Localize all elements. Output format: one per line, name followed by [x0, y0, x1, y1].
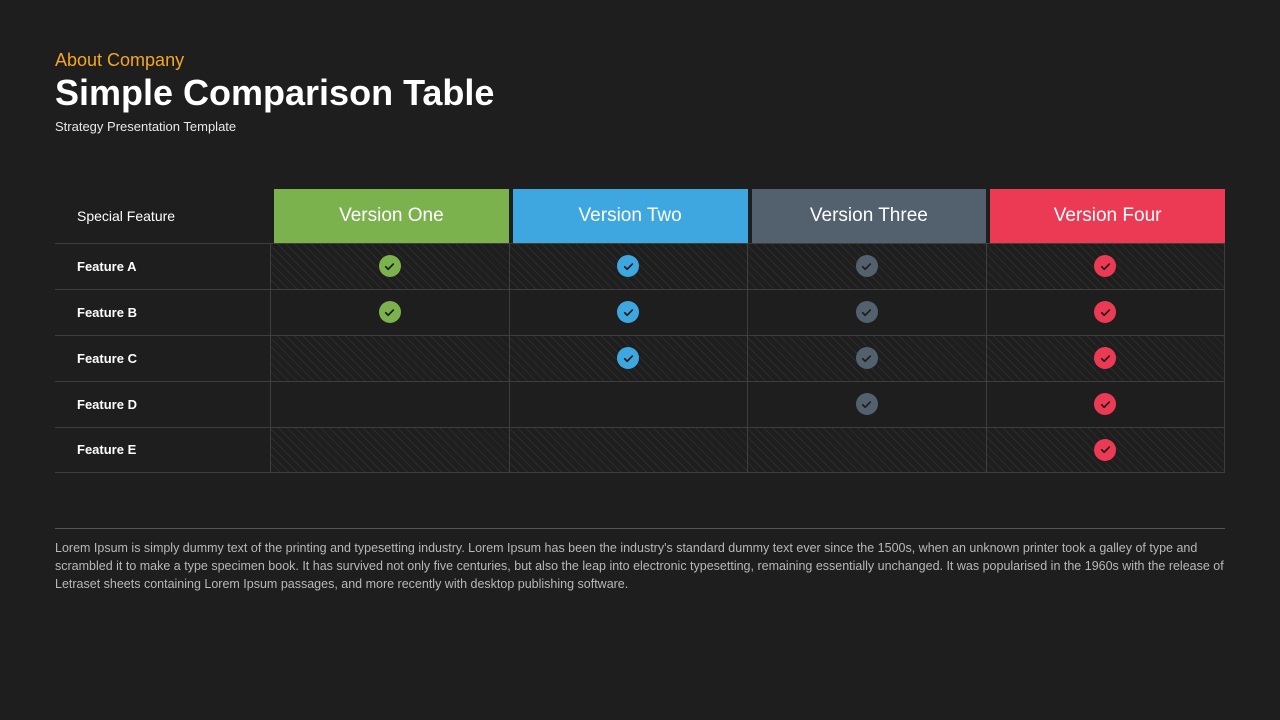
value-cell [747, 290, 986, 335]
value-cell [509, 336, 748, 381]
value-cell [986, 382, 1226, 427]
check-icon [856, 347, 878, 369]
value-cell [747, 336, 986, 381]
slide: About Company Simple Comparison Table St… [0, 0, 1280, 593]
table-row: Feature E [55, 427, 1225, 473]
column-header: Version Four [990, 189, 1225, 243]
column-header: Version Three [752, 189, 987, 243]
feature-label: Feature A [55, 244, 270, 289]
value-cell [270, 290, 509, 335]
column-header: Version One [274, 189, 509, 243]
value-cell [509, 382, 748, 427]
check-icon [856, 301, 878, 323]
check-icon [1094, 347, 1116, 369]
table-header-row: Special Feature Version One Version Two … [55, 189, 1225, 243]
feature-label: Feature E [55, 428, 270, 472]
column-header: Version Two [513, 189, 748, 243]
value-cell [747, 244, 986, 289]
value-cell [986, 244, 1226, 289]
table-row: Feature C [55, 335, 1225, 381]
value-cell [509, 428, 748, 472]
eyebrow-text: About Company [55, 50, 1225, 71]
value-cell [270, 428, 509, 472]
table-row: Feature D [55, 381, 1225, 427]
value-cell [509, 244, 748, 289]
check-icon [379, 301, 401, 323]
table-row: Feature A [55, 243, 1225, 289]
value-cell [509, 290, 748, 335]
table-row: Feature B [55, 289, 1225, 335]
check-icon [1094, 255, 1116, 277]
check-icon [617, 301, 639, 323]
check-icon [856, 255, 878, 277]
value-cell [270, 382, 509, 427]
page-title: Simple Comparison Table [55, 73, 1225, 113]
value-cell [270, 336, 509, 381]
footer-text: Lorem Ipsum is simply dummy text of the … [55, 528, 1225, 593]
value-cell [270, 244, 509, 289]
check-icon [1094, 393, 1116, 415]
value-cell [986, 428, 1226, 472]
feature-header: Special Feature [55, 189, 270, 243]
value-cell [747, 428, 986, 472]
value-cell [747, 382, 986, 427]
check-icon [617, 347, 639, 369]
feature-label: Feature B [55, 290, 270, 335]
check-icon [1094, 301, 1116, 323]
check-icon [379, 255, 401, 277]
check-icon [617, 255, 639, 277]
page-subtitle: Strategy Presentation Template [55, 119, 1225, 134]
feature-label: Feature D [55, 382, 270, 427]
value-cell [986, 336, 1226, 381]
feature-label: Feature C [55, 336, 270, 381]
check-icon [856, 393, 878, 415]
value-cell [986, 290, 1226, 335]
comparison-table: Special Feature Version One Version Two … [55, 189, 1225, 473]
check-icon [1094, 439, 1116, 461]
